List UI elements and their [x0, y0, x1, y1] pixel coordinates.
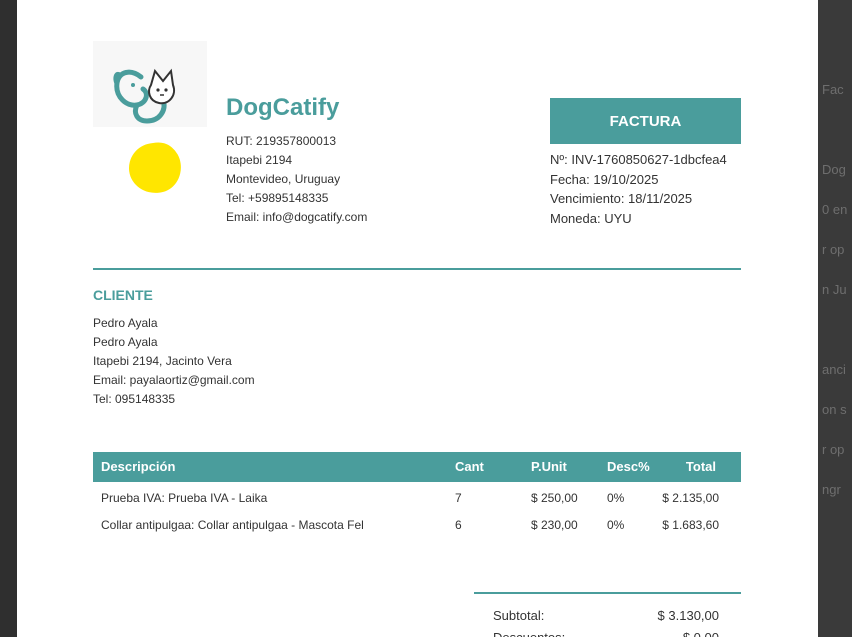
subtotal-row: Subtotal: $ 3.130,00 — [474, 606, 741, 628]
row-description: Prueba IVA: Prueba IVA - Laika — [101, 491, 268, 505]
discounts-value: $ 0,00 — [683, 628, 719, 637]
subtotal-value: $ 3.130,00 — [657, 608, 719, 623]
invoice-number: Nº: INV-1760850627-1dbcfea4 — [550, 152, 727, 167]
background-text: r op — [822, 442, 845, 457]
background-text: r op — [822, 242, 845, 257]
discounts-row: Descuentos: $ 0,00 — [474, 628, 741, 637]
items-table: Descripción Cant P.Unit Desc% Total Prue… — [93, 452, 741, 539]
row-quantity: 6 — [455, 518, 462, 532]
background-window: Fac Dog 0 en r op n Ju anci on s r op ng… — [818, 0, 852, 637]
row-unit-price: $ 230,00 — [531, 518, 578, 532]
invoice-due-date: Vencimiento: 18/11/2025 — [550, 191, 693, 206]
background-text: 0 en — [822, 202, 848, 217]
company-rut: RUT: 219357800013 — [226, 134, 337, 148]
discounts-label: Descuentos: — [493, 628, 565, 637]
row-unit-price: $ 250,00 — [531, 491, 578, 505]
client-address: Itapebi 2194, Jacinto Vera — [93, 354, 232, 368]
company-logo — [93, 41, 207, 127]
invoice-date: Fecha: 19/10/2025 — [550, 171, 659, 187]
client-details: Pedro Ayala Pedro Ayala Itapebi 2194, Ja… — [93, 314, 255, 409]
background-text: Dog — [822, 162, 846, 177]
client-name: Pedro Ayala — [93, 316, 158, 330]
client-email: Email: payalaortiz@gmail.com — [93, 373, 255, 387]
row-description: Collar antipulgaa: Collar antipulgaa - M… — [101, 518, 364, 532]
background-text: Fac — [822, 82, 844, 97]
company-city: Montevideo, Uruguay — [226, 172, 341, 186]
client-section-title: CLIENTE — [93, 287, 153, 303]
header-total: Total — [685, 459, 716, 474]
row-discount: 0% — [607, 518, 625, 532]
company-name: DogCatify — [226, 94, 340, 121]
table-header: Descripción Cant P.Unit Desc% Total — [93, 452, 741, 482]
header-unit-price: P.Unit — [531, 459, 567, 474]
background-text: on s — [822, 402, 847, 417]
header-discount: Desc% — [607, 459, 650, 474]
company-email: Email: info@dogcatify.com — [226, 210, 368, 224]
header-quantity: Cant — [455, 459, 484, 474]
background-text: anci — [822, 362, 846, 377]
company-phone: Tel: +59895148335 — [226, 191, 329, 205]
row-total: $ 2.135,00 — [662, 491, 719, 505]
section-divider — [93, 268, 741, 270]
invoice-title-box: FACTURA — [550, 98, 741, 144]
invoice-currency: Moneda: UYU — [550, 210, 632, 226]
invoice-title: FACTURA — [609, 112, 682, 130]
header-description: Descripción — [101, 459, 176, 474]
totals-section: Subtotal: $ 3.130,00 Descuentos: $ 0,00 — [474, 606, 741, 637]
table-row: Prueba IVA: Prueba IVA - Laika 7 $ 250,0… — [93, 485, 741, 512]
background-text: n Ju — [822, 282, 847, 297]
company-address: Itapebi 2194 — [226, 153, 293, 167]
highlight-scribble — [125, 139, 185, 197]
totals-divider — [474, 592, 741, 594]
dog-cat-logo-icon — [113, 68, 175, 124]
row-discount: 0% — [607, 491, 625, 505]
invoice-details: Nº: INV-1760850627-1dbcfea4 Fecha: 19/10… — [550, 150, 727, 228]
viewer-left-edge — [0, 0, 17, 637]
table-row: Collar antipulgaa: Collar antipulgaa - M… — [93, 512, 741, 539]
subtotal-label: Subtotal: — [493, 608, 545, 623]
company-details: RUT: 219357800013 Itapebi 2194 Montevide… — [226, 132, 367, 227]
client-contact: Pedro Ayala — [93, 335, 158, 349]
row-total: $ 1.683,60 — [662, 518, 719, 532]
background-text: ngr — [822, 482, 841, 497]
client-phone: Tel: 095148335 — [93, 392, 176, 406]
row-quantity: 7 — [455, 491, 462, 505]
invoice-page: DogCatify RUT: 219357800013 Itapebi 2194… — [17, 0, 818, 637]
